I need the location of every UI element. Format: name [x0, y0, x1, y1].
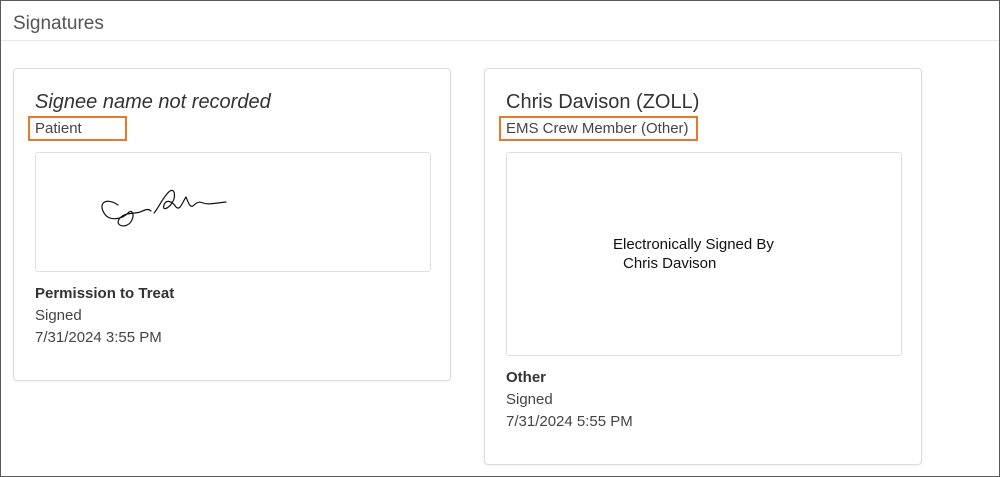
signature-status: Signed [506, 391, 553, 408]
esig-signer-name: Chris Davison [623, 255, 717, 272]
section-divider [1, 40, 999, 41]
document-name: Other [506, 369, 547, 386]
signature-card-crew: Chris Davison (ZOLL) EMS Crew Member (Ot… [484, 68, 922, 465]
section-title: Signatures [13, 13, 104, 34]
signatures-panel: Signatures Signee name not recorded Pati… [0, 0, 1000, 477]
signee-name: Signee name not recorded [35, 91, 271, 113]
signature-status: Signed [35, 307, 82, 324]
document-name: Permission to Treat [35, 285, 175, 302]
esig-heading: Electronically Signed By [613, 236, 774, 253]
signature-datetime: 7/31/2024 3:55 PM [35, 329, 162, 346]
signature-image-box [35, 152, 431, 272]
signee-role: Patient [28, 116, 127, 141]
handwritten-signature [101, 189, 227, 227]
signature-datetime: 7/31/2024 5:55 PM [506, 413, 633, 430]
signee-name: Chris Davison (ZOLL) [506, 91, 700, 113]
signature-card-patient: Signee name not recorded Patient Permiss… [13, 68, 451, 381]
signee-role: EMS Crew Member (Other) [499, 116, 698, 141]
electronic-signature: Electronically Signed By Chris Davison [613, 235, 774, 273]
signature-image-box: Electronically Signed By Chris Davison [506, 152, 902, 356]
